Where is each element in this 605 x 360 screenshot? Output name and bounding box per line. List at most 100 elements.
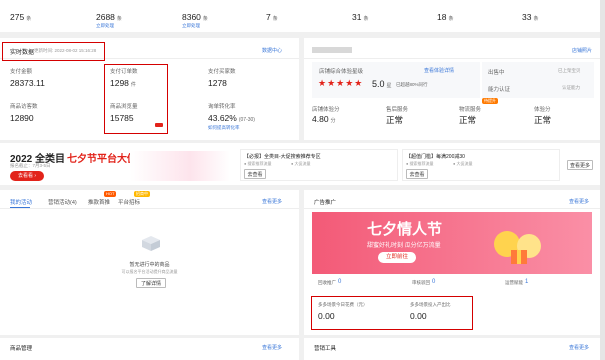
goods-more-link[interactable]: 查看更多: [262, 344, 282, 351]
side-label: 能力认证: [488, 87, 511, 93]
promo-item-title: 【超值门槛】每满200减30: [406, 154, 465, 160]
highlight-box-orders: [104, 64, 168, 134]
improve-conversion-link[interactable]: 如何提高转化率: [208, 125, 240, 131]
recruiting-badge: 招商中: [134, 191, 150, 197]
stat-unit: 条: [533, 16, 539, 22]
promo-item: 【必报】全类目-大促搜索推荐专区 ● 搜索推荐流量 ● 大促流量 去查看: [240, 149, 398, 181]
tab-recommend[interactable]: 推款首推: [88, 198, 110, 206]
stat-value: 275: [10, 12, 25, 22]
stat-cell[interactable]: 2688 条 立即处理: [96, 12, 122, 29]
marketing-tools-card: 营销工具 查看更多: [304, 338, 600, 360]
promo-decoration: [130, 151, 230, 181]
side-link[interactable]: 认证能力: [562, 85, 580, 91]
ad-stat-label: 审核驳回: [412, 280, 430, 285]
side-link[interactable]: 已上架宝贝: [558, 68, 581, 74]
stat-cell[interactable]: 18 条: [437, 12, 453, 22]
stat-cell[interactable]: 33 条: [522, 12, 538, 22]
metric-value-group: 43.62% (07-30): [208, 113, 255, 123]
stat-value: 33: [522, 12, 532, 22]
gift-illustration-icon: [487, 220, 547, 270]
stat-unit: 条: [448, 16, 454, 22]
ad-stat-value: 1: [525, 279, 529, 285]
marketing-more-link[interactable]: 查看更多: [569, 344, 589, 351]
stat-value: 7: [266, 12, 271, 22]
rating-detail-link[interactable]: 查看体验详情: [424, 67, 454, 74]
tab-marketing[interactable]: 营销活动(4): [48, 198, 77, 206]
promo-cta-button[interactable]: 去看看 ›: [10, 171, 44, 181]
metric-value: 28373.11: [10, 78, 45, 88]
stat-unit: 条: [26, 16, 32, 22]
learn-more-label: 了解详情: [140, 281, 161, 287]
rating-panel: 店铺综合体验星级 查看体验详情 ★★★★★ 5.0 星 已超越80%同行: [312, 62, 480, 98]
metric-extra: (07-30): [238, 117, 255, 123]
data-center-link[interactable]: 数据中心: [262, 47, 282, 54]
metric-value: 1278: [208, 78, 227, 88]
ad-stat-label: 运营赋能: [505, 280, 523, 285]
promo-cta-label: 去看看: [17, 173, 33, 179]
shop-name-placeholder: [312, 47, 352, 53]
stat-action-link[interactable]: 立即处理: [96, 23, 122, 29]
stat-value: 31: [352, 12, 362, 22]
promo-item-line: ● 搜索推荐流量: [406, 161, 434, 166]
view-more-button[interactable]: 查看更多: [567, 160, 593, 170]
ads-banner[interactable]: 七夕情人节 甜蜜好礼时刻 瓜分亿万流量 立即前往: [312, 212, 592, 274]
rating-stars-icon: ★★★★★: [318, 78, 364, 88]
improve-badge: 待提升: [482, 98, 498, 104]
stat-action-link[interactable]: 立即处理: [182, 23, 208, 29]
divider: [0, 208, 299, 209]
banner-cta-button[interactable]: 立即前往: [378, 252, 416, 263]
activity-card: 我的活动 营销活动(4) 推款首推 HOT 平台招标 招商中 查看更多 暂无进行…: [0, 190, 299, 335]
banner-cta-label: 立即前往: [385, 254, 408, 260]
scrollbar[interactable]: [600, 0, 605, 360]
rating-title: 店铺综合体验星级: [319, 69, 364, 75]
side-panel: 出售中 已上架宝贝 能力认证 认证能力: [482, 62, 594, 98]
stat-value: 2688: [96, 12, 115, 22]
highlight-box-realtime-title: [2, 42, 105, 61]
view-button[interactable]: 去查看: [244, 169, 266, 179]
stat-cell[interactable]: 31 条: [352, 12, 368, 22]
stat-unit: 条: [363, 16, 369, 22]
view-more-label: 查看更多: [569, 163, 590, 169]
score-value: 4.80: [312, 114, 329, 124]
score-label: 体验分: [534, 107, 551, 113]
stat-unit: 条: [202, 16, 208, 22]
promo-item-line: ● 搜索推荐流量: [244, 161, 272, 166]
side-label: 出售中: [488, 70, 505, 76]
empty-subtitle: 可以报名平台活动提升商品流量: [121, 269, 178, 274]
divider: [304, 58, 600, 59]
promo-item: 【超值门槛】每满200减30 ● 搜索推荐流量 ● 大促流量 去查看: [402, 149, 560, 181]
highlight-box-ad-metrics: [311, 296, 473, 330]
promo-strip: 2022 全类目 七夕节平台大促 报名截止：7月3-5日 去看看 › 【必报】全类…: [0, 143, 600, 185]
promo-item-line: ● 大促流量: [291, 161, 311, 166]
score-label: 售后服务: [386, 107, 409, 113]
score-value: 正常: [459, 115, 477, 125]
metric-label: 商品访客数: [10, 104, 38, 110]
tab-my-activities[interactable]: 我的活动: [10, 198, 32, 206]
tab-platform[interactable]: 平台招标: [118, 198, 140, 206]
goods-management-card: 商品管理 查看更多: [0, 338, 299, 360]
ad-stat-value: 0: [432, 279, 436, 285]
hot-badge: HOT: [104, 191, 117, 197]
ads-more-link[interactable]: 查看更多: [569, 198, 589, 205]
stat-cell[interactable]: 275 条: [10, 12, 31, 22]
view-button[interactable]: 去查看: [406, 169, 428, 179]
stat-unit: 条: [272, 16, 278, 22]
score-label: 物流服务: [459, 107, 482, 113]
view-button-label: 去查看: [409, 172, 425, 178]
stat-value: 8360: [182, 12, 201, 22]
shop-photos-link[interactable]: 店铺照片: [572, 47, 592, 54]
activity-more-link[interactable]: 查看更多: [262, 198, 282, 205]
score-value-group: 4.80 分: [312, 114, 336, 124]
metric-label: 支付买家数: [208, 69, 236, 75]
marketing-tools-title: 营销工具: [314, 346, 337, 352]
stat-cell[interactable]: 8360 条 立即处理: [182, 12, 208, 29]
banner-subtitle: 甜蜜好礼时刻 瓜分亿万流量: [367, 243, 441, 249]
promo-item-title: 【必报】全类目-大促搜索推荐专区: [244, 154, 321, 160]
promo-subtitle: 报名截止：7月3-5日: [10, 163, 51, 168]
learn-more-button[interactable]: 了解详情: [136, 278, 166, 288]
score-value: 正常: [386, 115, 404, 125]
stat-cell[interactable]: 7条: [266, 12, 278, 22]
shop-card: 店铺照片 店铺综合体验星级 查看体验详情 ★★★★★ 5.0 星 已超越80%同行…: [304, 38, 600, 140]
divider: [304, 208, 600, 209]
score-unit: 分: [330, 118, 336, 124]
